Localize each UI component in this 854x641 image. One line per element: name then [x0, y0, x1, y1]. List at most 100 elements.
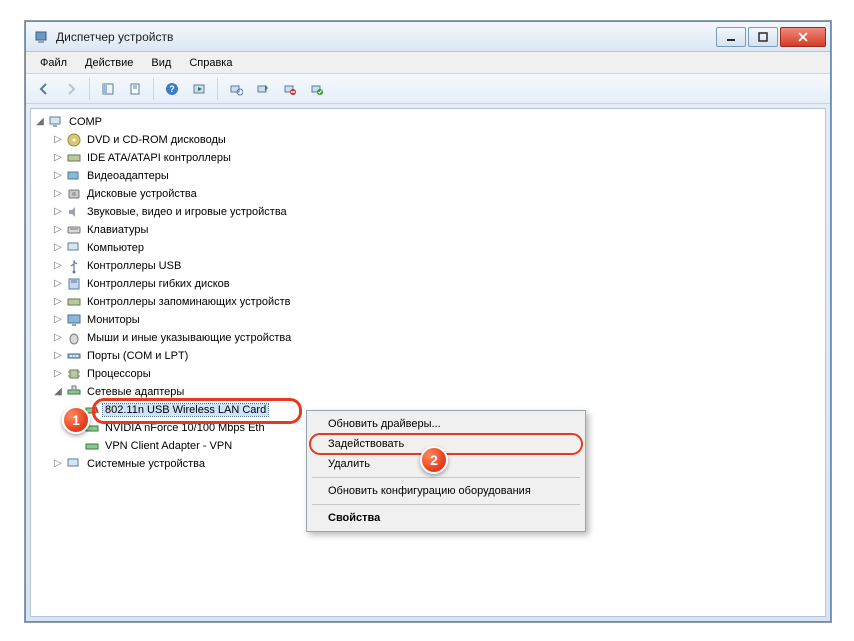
menu-help[interactable]: Справка	[181, 55, 240, 71]
expand-icon[interactable]: ▷	[53, 135, 63, 145]
context-menu-update-drivers[interactable]: Обновить драйверы...	[310, 414, 582, 434]
expand-icon[interactable]: ▷	[53, 333, 63, 343]
expand-icon[interactable]: ▷	[53, 225, 63, 235]
help-toolbar-button[interactable]: ?	[160, 77, 184, 101]
expand-icon[interactable]: ▷	[53, 243, 63, 253]
tree-item-network[interactable]: ◢ Сетевые адаптеры	[51, 383, 823, 401]
dvd-icon	[66, 132, 82, 148]
show-hide-tree-button[interactable]	[96, 77, 120, 101]
expand-icon[interactable]: ▷	[53, 189, 63, 199]
expand-icon[interactable]: ▷	[53, 369, 63, 379]
context-menu-scan[interactable]: Обновить конфигурацию оборудования	[310, 481, 582, 501]
sound-icon	[66, 204, 82, 220]
device-tree-panel: ◢ COMP ▷ DVD и CD-ROM дисководы ▷ IDE ATA/…	[30, 108, 826, 617]
storage-icon	[66, 294, 82, 310]
action-toolbar-button[interactable]	[187, 77, 211, 101]
tree-item-label: Системные устройства	[85, 458, 207, 470]
tree-item-storage[interactable]: ▷ Контроллеры запоминающих устройств	[51, 293, 823, 311]
tree-item-cpu[interactable]: ▷ Процессоры	[51, 365, 823, 383]
tree-root[interactable]: ◢ COMP	[33, 113, 823, 131]
tree-item-computer[interactable]: ▷ Компьютер	[51, 239, 823, 257]
tree-item-ports[interactable]: ▷ Порты (COM и LPT)	[51, 347, 823, 365]
maximize-button[interactable]	[748, 27, 778, 47]
app-icon	[34, 29, 50, 45]
tree-item-label: Мониторы	[85, 314, 142, 326]
expand-icon[interactable]: ▷	[53, 171, 63, 181]
mouse-icon	[66, 330, 82, 346]
toolbar: ?	[26, 74, 830, 104]
update-driver-toolbar-button[interactable]	[251, 77, 275, 101]
tree-item-label: IDE ATA/ATAPI контроллеры	[85, 152, 233, 164]
expand-icon[interactable]: ▷	[53, 315, 63, 325]
network-adapter-icon	[84, 402, 100, 418]
uninstall-toolbar-button[interactable]	[278, 77, 302, 101]
tree-item-dvd[interactable]: ▷ DVD и CD-ROM дисководы	[51, 131, 823, 149]
collapse-icon[interactable]: ◢	[53, 387, 63, 397]
close-button[interactable]	[780, 27, 826, 47]
menu-action[interactable]: Действие	[77, 55, 141, 71]
expand-icon[interactable]: ▷	[53, 279, 63, 289]
context-menu-properties[interactable]: Свойства	[310, 508, 582, 528]
context-menu-separator	[312, 504, 580, 505]
collapse-icon[interactable]: ◢	[35, 117, 45, 127]
tree-item-label: VPN Client Adapter - VPN	[103, 440, 234, 452]
tree-item-label: Порты (COM и LPT)	[85, 350, 190, 362]
network-adapter-icon	[84, 438, 100, 454]
menu-view[interactable]: Вид	[143, 55, 179, 71]
expand-icon[interactable]: ▷	[53, 351, 63, 361]
tree-item-keyboard[interactable]: ▷Клавиатуры	[51, 221, 823, 239]
tree-item-usb[interactable]: ▷ Контроллеры USB	[51, 257, 823, 275]
minimize-button[interactable]	[716, 27, 746, 47]
tree-item-label: Мыши и иные указывающие устройства	[85, 332, 293, 344]
disk-icon	[66, 186, 82, 202]
computer-icon	[48, 114, 64, 130]
tree-item-label: DVD и CD-ROM дисководы	[85, 134, 228, 146]
tree-item-video[interactable]: ▷ Видеоадаптеры	[51, 167, 823, 185]
tree-item-disk[interactable]: ▷ Дисковые устройства	[51, 185, 823, 203]
expand-icon[interactable]: ▷	[53, 207, 63, 217]
expand-icon[interactable]: ▷	[53, 459, 63, 469]
context-menu-delete[interactable]: Удалить	[310, 454, 582, 474]
tree-item-label: Контроллеры гибких дисков	[85, 278, 232, 290]
expand-icon[interactable]: ▷	[53, 297, 63, 307]
expand-icon[interactable]: ▷	[53, 153, 63, 163]
usb-icon	[66, 258, 82, 274]
enable-toolbar-button[interactable]	[305, 77, 329, 101]
network-icon	[66, 384, 82, 400]
scan-hardware-button[interactable]	[224, 77, 248, 101]
expand-icon[interactable]: ▷	[53, 261, 63, 271]
keyboard-icon	[66, 222, 82, 238]
tree-item-label: 802.11n USB Wireless LAN Card	[103, 404, 268, 416]
cpu-icon	[66, 366, 82, 382]
tree-item-sound[interactable]: ▷ Звуковые, видео и игровые устройства	[51, 203, 823, 221]
tree-item-label: Компьютер	[85, 242, 146, 254]
pc-icon	[66, 240, 82, 256]
tree-item-label: Звуковые, видео и игровые устройства	[85, 206, 289, 218]
tree-item-label: NVIDIA nForce 10/100 Mbps Eth	[103, 422, 267, 434]
tree-item-floppy[interactable]: ▷ Контроллеры гибких дисков	[51, 275, 823, 293]
menu-file[interactable]: Файл	[32, 55, 75, 71]
tree-item-label: Дисковые устройства	[85, 188, 199, 200]
context-menu-enable[interactable]: Задействовать	[310, 434, 582, 454]
nav-back-button[interactable]	[32, 77, 56, 101]
tree-item-mouse[interactable]: ▷ Мыши и иные указывающие устройства	[51, 329, 823, 347]
monitor-icon	[66, 312, 82, 328]
tree-item-label: Контроллеры запоминающих устройств	[85, 296, 292, 308]
svg-text:?: ?	[169, 84, 175, 94]
nav-forward-button[interactable]	[59, 77, 83, 101]
tree-item-label: Процессоры	[85, 368, 153, 380]
video-icon	[66, 168, 82, 184]
tree-item-ide[interactable]: ▷ IDE ATA/ATAPI контроллеры	[51, 149, 823, 167]
menubar: Файл Действие Вид Справка	[26, 52, 830, 74]
context-menu: Обновить драйверы... Задействовать Удали…	[306, 410, 586, 532]
tree-item-label: Контроллеры USB	[85, 260, 183, 272]
tree-item-label: Сетевые адаптеры	[85, 386, 186, 398]
network-adapter-icon	[84, 420, 100, 436]
tree-item-monitor[interactable]: ▷ Мониторы	[51, 311, 823, 329]
tree-root-label: COMP	[67, 116, 104, 128]
titlebar: Диспетчер устройств	[26, 22, 830, 52]
window-title: Диспетчер устройств	[56, 30, 716, 44]
tree-item-label: Видеоадаптеры	[85, 170, 171, 182]
floppy-icon	[66, 276, 82, 292]
properties-toolbar-button[interactable]	[123, 77, 147, 101]
